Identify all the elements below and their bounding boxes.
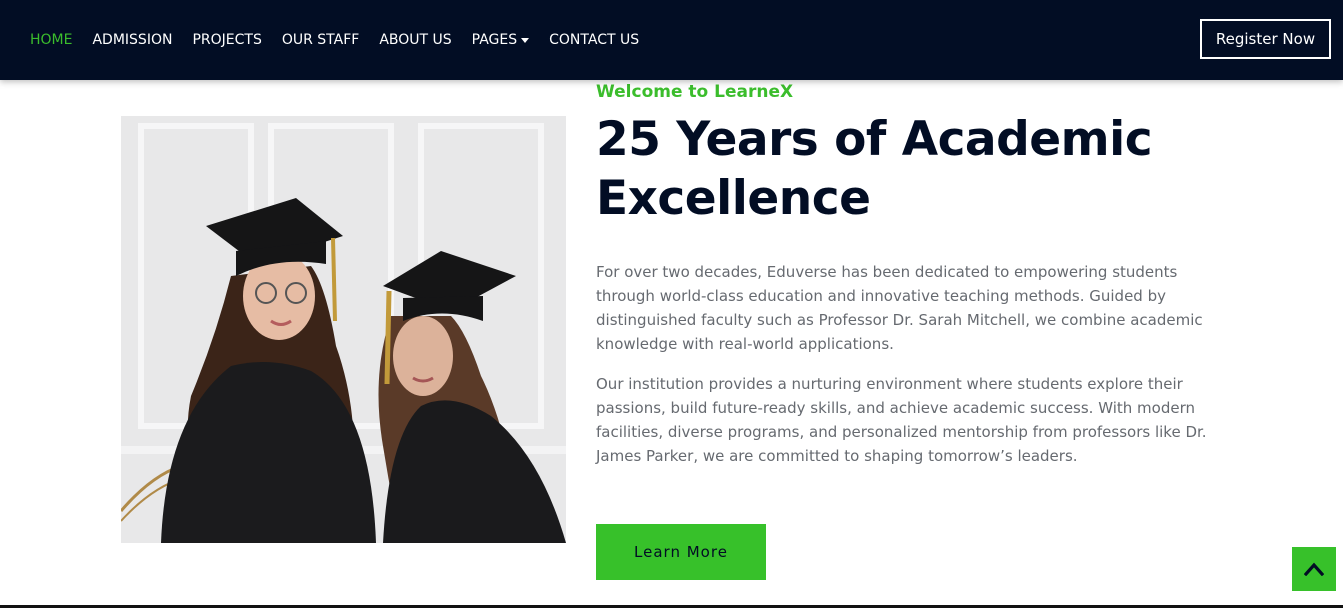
learn-more-button[interactable]: Learn More (596, 524, 766, 580)
nav-item-label: OUR STAFF (281, 32, 360, 48)
nav-item-label: PAGES (471, 32, 518, 48)
nav-item-label: ABOUT US (379, 32, 452, 48)
scroll-to-top-button[interactable] (1292, 547, 1336, 591)
welcome-eyebrow: Welcome to LearneX (596, 82, 794, 102)
nav-item-admission[interactable]: ADMISSION (92, 32, 172, 48)
graduates-illustration (121, 116, 566, 543)
nav-item-pages-dropdown[interactable]: PAGES (471, 32, 530, 48)
institution-paragraph: Our institution provides a nurturing env… (596, 375, 1207, 465)
nav-item-label: ADMISSION (92, 32, 173, 48)
caret-down-icon (521, 37, 530, 43)
nav-item-label: PROJECTS (192, 32, 262, 48)
top-navbar: HOME ADMISSION PROJECTS OUR STAFF ABOUT … (0, 0, 1343, 80)
nav-item-label: HOME (30, 32, 73, 48)
nav-menu: HOME ADMISSION PROJECTS OUR STAFF ABOUT … (30, 0, 659, 80)
nav-item-our-staff[interactable]: OUR STAFF (282, 32, 359, 48)
register-now-button[interactable]: Register Now (1200, 19, 1331, 59)
nav-item-home[interactable]: HOME (30, 32, 72, 48)
graduates-photo (121, 116, 566, 543)
chevron-up-icon (1304, 562, 1324, 576)
nav-item-about-us[interactable]: ABOUT US (379, 32, 451, 48)
nav-item-label: CONTACT US (549, 32, 640, 48)
intro-paragraph: For over two decades, Eduverse has been … (596, 263, 1203, 353)
nav-item-projects[interactable]: PROJECTS (192, 32, 261, 48)
nav-item-contact-us[interactable]: CONTACT US (549, 32, 639, 48)
page-title: 25 Years of Academic Excellence (596, 112, 1153, 226)
